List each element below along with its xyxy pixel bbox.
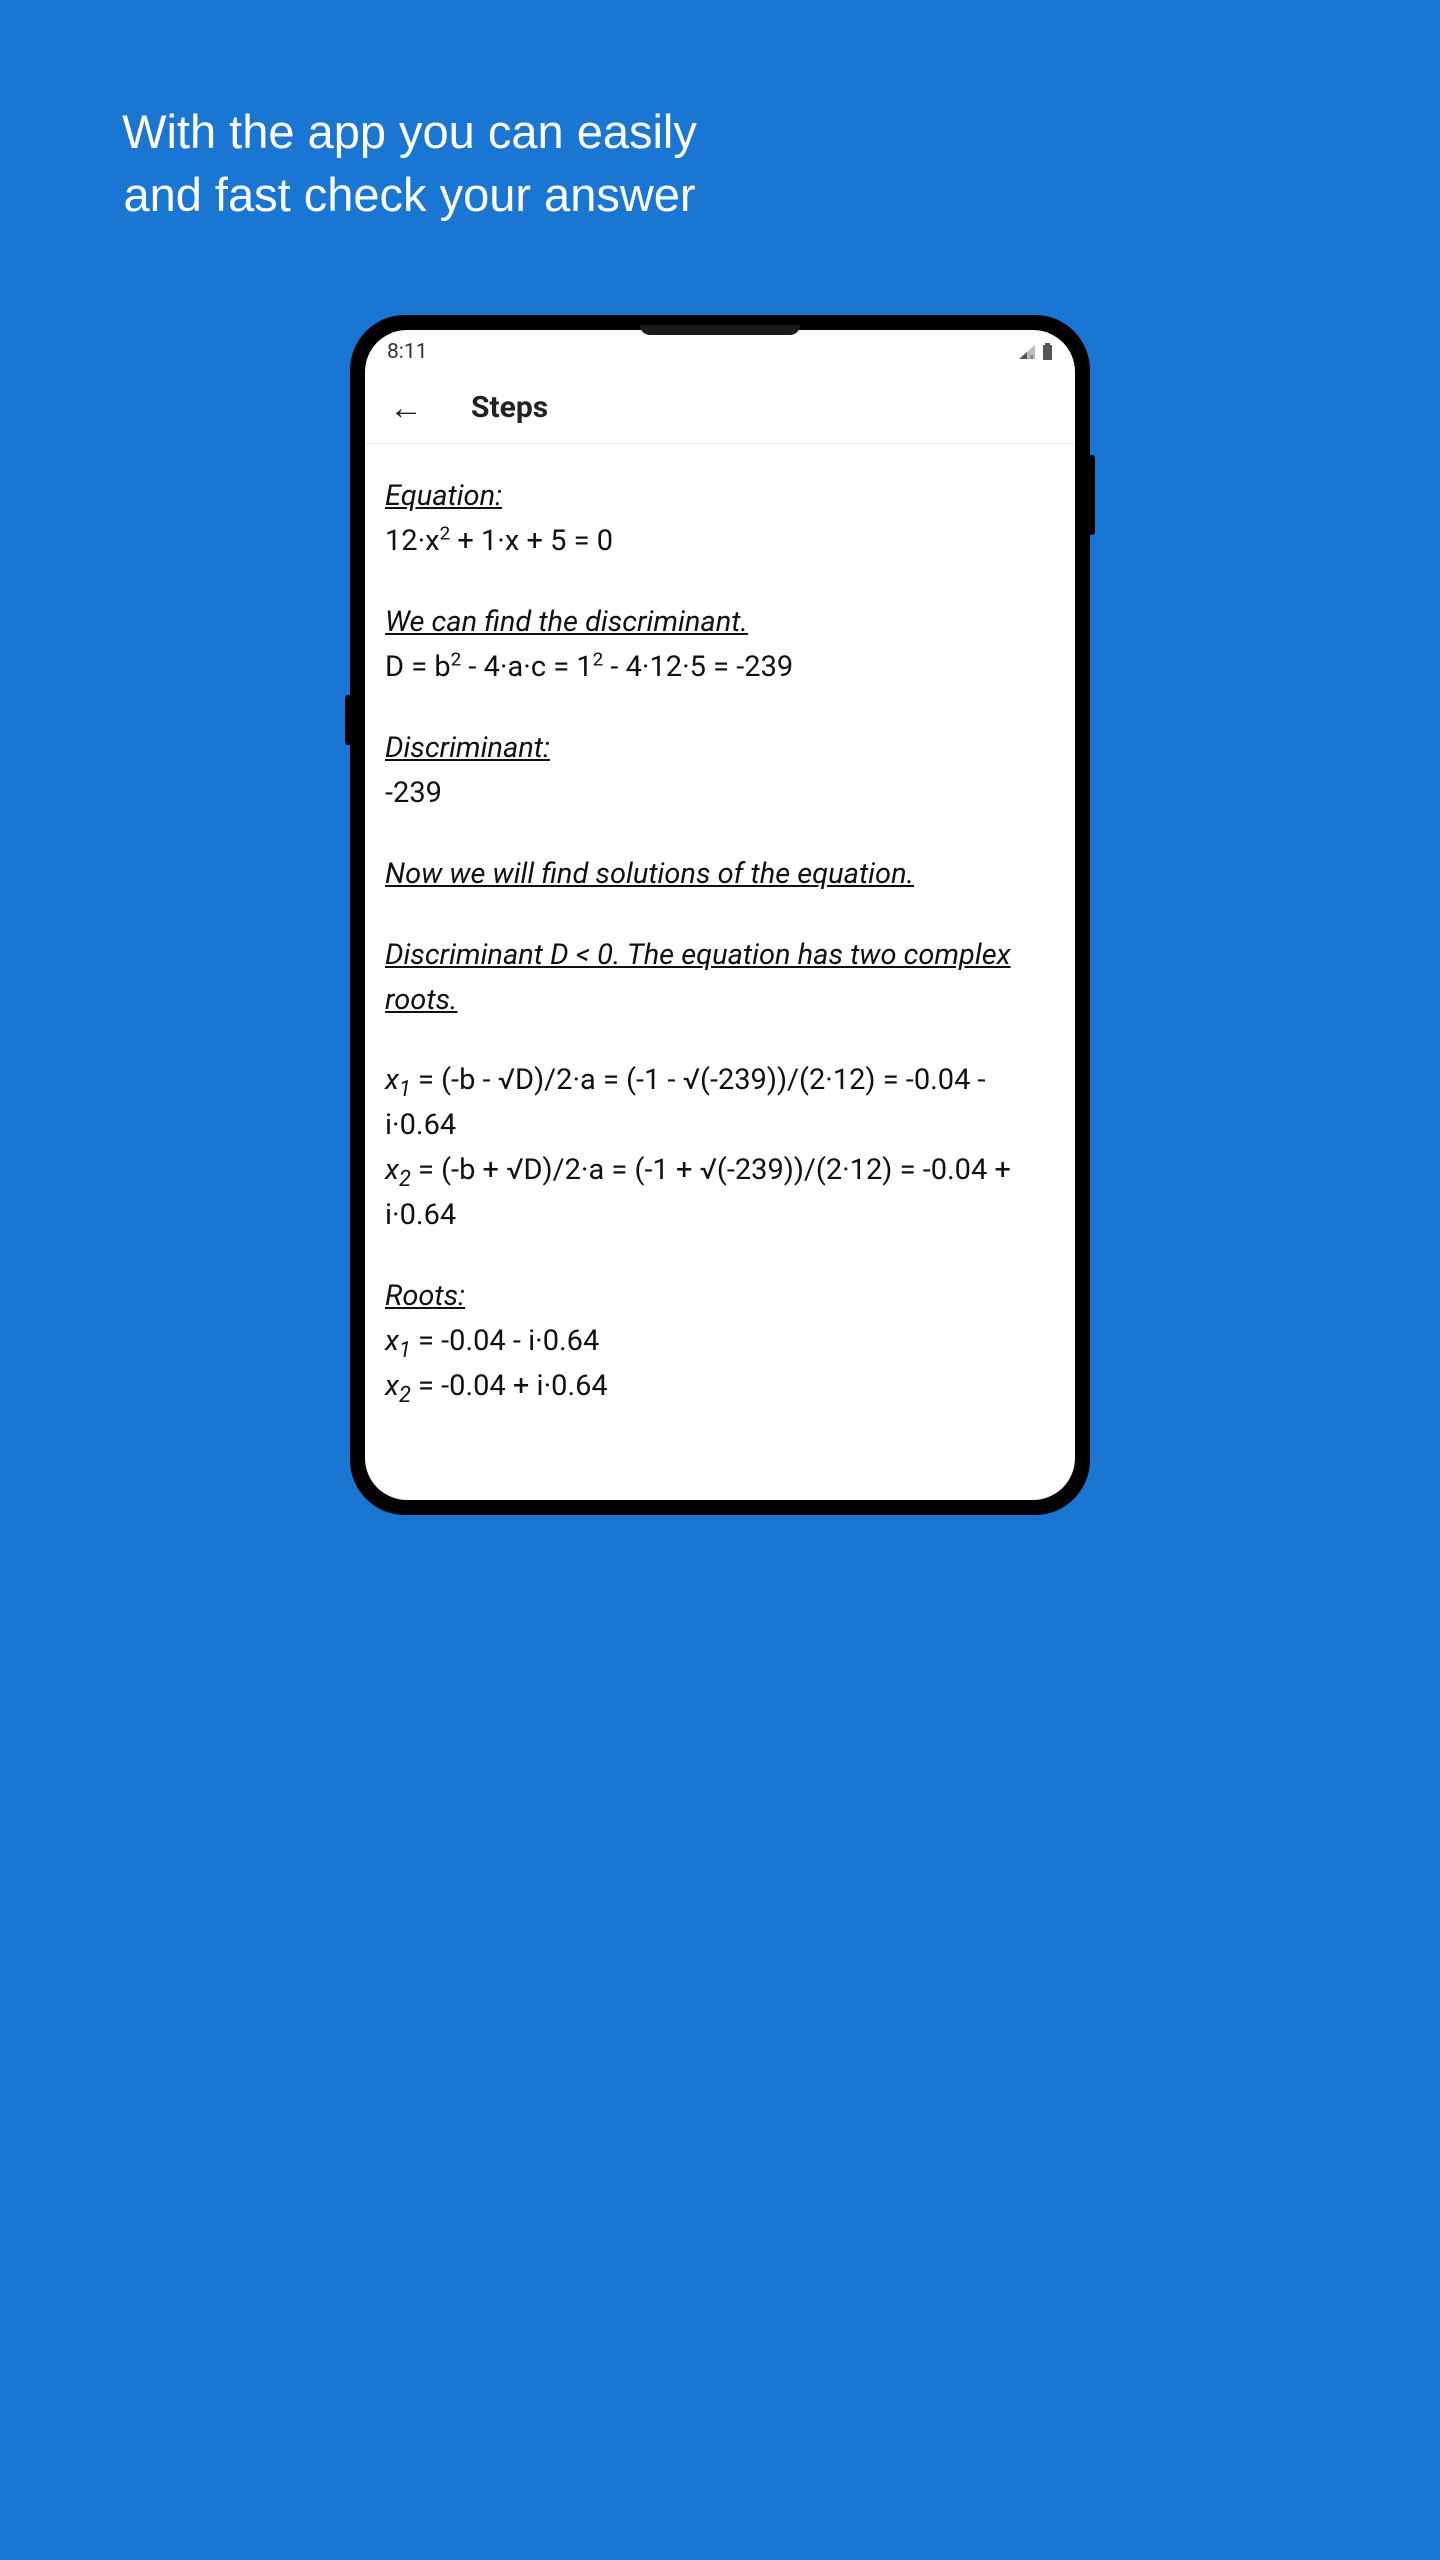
discriminant-value: -239	[385, 771, 1055, 816]
device-side-button	[1090, 455, 1095, 535]
equation-label: Equation:	[385, 474, 1055, 519]
promo-line2: and fast check your answer	[123, 168, 695, 221]
root-x2: x2 = -0.04 + i·0.64	[385, 1364, 1055, 1409]
svg-text:x: x	[1030, 353, 1034, 360]
discriminant-formula: D = b2 - 4·a·c = 12 - 4·12·5 = -239	[385, 645, 1055, 690]
back-button[interactable]: ←	[389, 391, 423, 425]
page-title: Steps	[471, 390, 548, 425]
root-x2-formula: x2 = (-b + √D)/2·a = (-1 + √(-239))/(2·1…	[385, 1148, 1055, 1238]
complex-roots-label: Discriminant D < 0. The equation has two…	[385, 933, 1055, 1023]
battery-icon	[1042, 343, 1053, 361]
status-time: 8:11	[387, 340, 428, 364]
root-x1: x1 = -0.04 - i·0.64	[385, 1319, 1055, 1364]
app-bar: ← Steps	[365, 372, 1075, 444]
steps-content: Equation: 12·x2 + 1·x + 5 = 0 We can fin…	[365, 444, 1075, 1439]
status-icons: x	[1018, 343, 1053, 361]
signal-icon: x	[1018, 344, 1036, 360]
solutions-label: Now we will find solutions of the equati…	[385, 852, 1055, 897]
promo-text: With the app you can easily and fast che…	[0, 0, 819, 227]
device-frame: 8:11 x ← Steps Equation: 12·x2 + 1·x + 5…	[350, 315, 1090, 1515]
device-side-button	[345, 695, 350, 745]
root-x1-formula: x1 = (-b - √D)/2·a = (-1 - √(-239))/(2·1…	[385, 1058, 1055, 1148]
roots-label: Roots:	[385, 1274, 1055, 1319]
discriminant-find-label: We can find the discriminant.	[385, 600, 1055, 645]
status-bar: 8:11 x	[365, 330, 1075, 372]
discriminant-label: Discriminant:	[385, 726, 1055, 771]
screen: 8:11 x ← Steps Equation: 12·x2 + 1·x + 5…	[365, 330, 1075, 1500]
device-notch	[640, 325, 800, 335]
promo-line1: With the app you can easily	[122, 105, 697, 158]
equation-value: 12·x2 + 1·x + 5 = 0	[385, 519, 1055, 564]
